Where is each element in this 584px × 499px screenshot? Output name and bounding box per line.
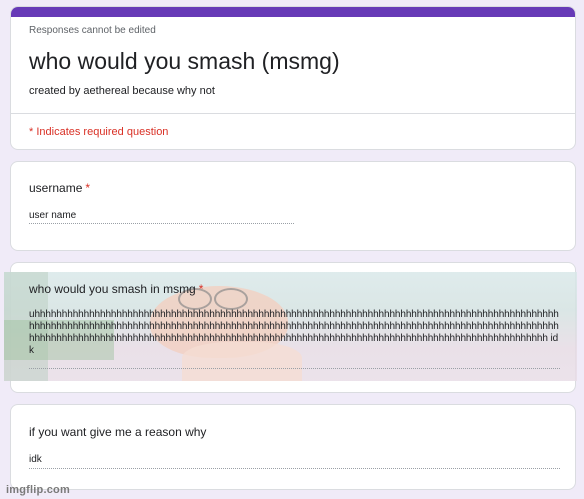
- header-accent-bar: [11, 7, 575, 17]
- responses-locked-notice: Responses cannot be edited: [29, 25, 156, 36]
- answer-smash[interactable]: uhhhhhhhhhhhhhhhhhhhhhhhhhhhhhhhhhhhhhhh…: [29, 309, 561, 357]
- answer-username[interactable]: user name: [29, 210, 76, 222]
- form-header-card: Responses cannot be edited who would you…: [10, 6, 576, 150]
- required-asterisk: *: [85, 181, 91, 195]
- required-asterisk: *: [198, 282, 204, 296]
- question-card-smash: who would you smash in msmg * uhhhhhhhhhh…: [10, 262, 576, 393]
- imgflip-watermark: imgflip.com: [6, 484, 70, 496]
- question-card-username: username * user name: [10, 161, 576, 251]
- answer-underline: [29, 468, 560, 469]
- form-description: created by aethereal because why not: [29, 85, 215, 97]
- question-label: who would you smash in msmg *: [29, 282, 203, 296]
- question-title: username: [29, 181, 83, 195]
- question-title: who would you smash in msmg: [29, 282, 196, 296]
- question-title: if you want give me a reason why: [29, 425, 207, 439]
- header-divider: [11, 113, 575, 114]
- question-label: if you want give me a reason why: [29, 425, 206, 439]
- required-question-note: * Indicates required question: [29, 126, 169, 138]
- form-title: who would you smash (msmg): [29, 48, 340, 74]
- question-card-reason: if you want give me a reason why idk: [10, 404, 576, 490]
- answer-reason[interactable]: idk: [29, 454, 42, 466]
- answer-underline: [29, 368, 560, 369]
- question-label: username *: [29, 181, 90, 195]
- answer-underline: [29, 223, 294, 224]
